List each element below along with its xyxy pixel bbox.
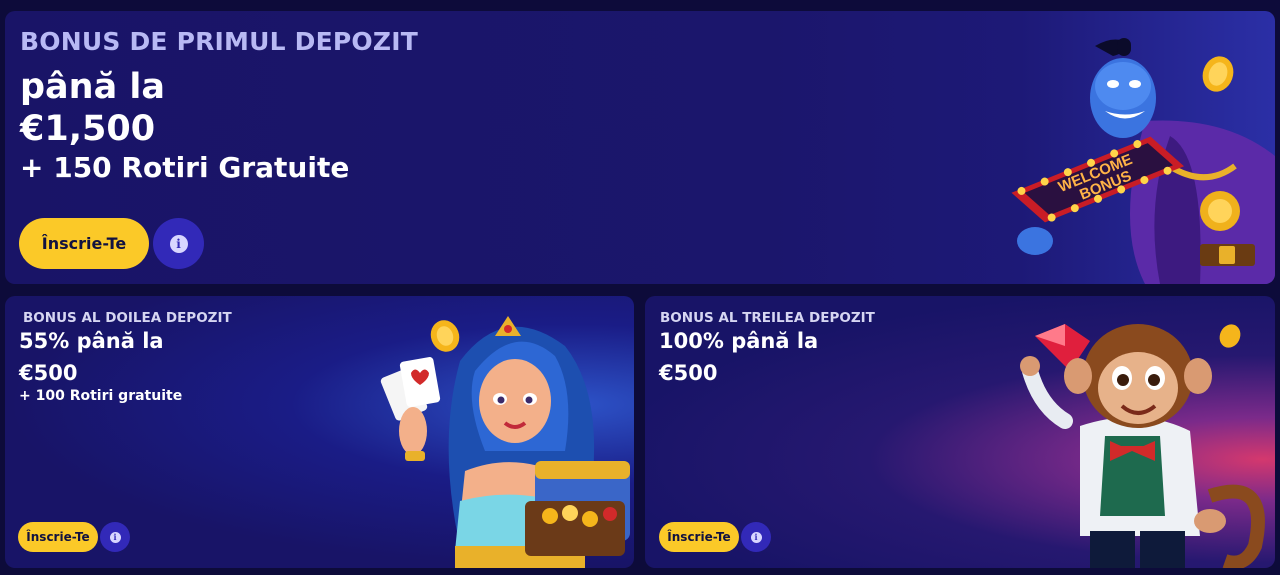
second-bonus-amount: €500	[19, 361, 78, 385]
free-spins-text: + 150 Rotiri Gratuite	[20, 151, 350, 184]
third-deposit-bonus-card: BONUS AL TREILEA DEPOZIT 100% până la €5…	[645, 296, 1275, 568]
first-deposit-bonus-card: BONUS DE PRIMUL DEPOZIT până la €1,500 +…	[5, 11, 1275, 284]
info-icon: i	[750, 531, 762, 543]
info-button[interactable]: i	[741, 522, 771, 552]
signup-button[interactable]: Înscrie-Te	[659, 522, 739, 552]
bonus-upto-text: până la	[20, 67, 166, 107]
bonus-amount: €1,500	[20, 109, 156, 149]
second-deposit-title: BONUS AL DOILEA DEPOZIT	[23, 310, 232, 326]
signup-button[interactable]: Înscrie-Te	[18, 522, 98, 552]
coin-icon	[1202, 56, 1234, 92]
info-icon: i	[169, 234, 188, 253]
info-icon: i	[109, 531, 121, 543]
third-bonus-amount: €500	[659, 361, 718, 385]
first-deposit-title: BONUS DE PRIMUL DEPOZIT	[20, 27, 418, 56]
third-bonus-percent: 100% până la	[659, 329, 819, 353]
third-deposit-title: BONUS AL TREILEA DEPOZIT	[660, 310, 875, 326]
genie-character-icon: WELCOME BONUS	[1011, 38, 1275, 284]
signup-button[interactable]: Înscrie-Te	[19, 218, 149, 269]
princess-character-icon	[380, 316, 630, 568]
info-button[interactable]: i	[153, 218, 204, 269]
info-button[interactable]: i	[100, 522, 130, 552]
second-free-spins: + 100 Rotiri gratuite	[19, 388, 183, 404]
second-bonus-percent: 55% până la	[19, 329, 164, 353]
second-deposit-bonus-card: BONUS AL DOILEA DEPOZIT 55% până la €500…	[5, 296, 634, 568]
monkey-character-icon	[1020, 324, 1265, 568]
